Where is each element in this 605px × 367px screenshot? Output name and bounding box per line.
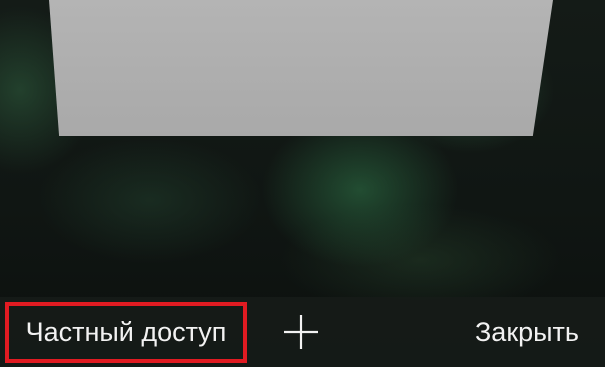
tab-preview-card[interactable] [49, 0, 553, 136]
plus-icon [284, 315, 318, 349]
tab-switcher-screen: Частный доступ Закрыть [0, 0, 605, 367]
private-browsing-label: Частный доступ [25, 317, 227, 347]
private-browsing-button[interactable]: Частный доступ [5, 302, 247, 363]
new-tab-button[interactable] [282, 313, 320, 351]
close-button[interactable]: Закрыть [475, 313, 579, 351]
bottom-toolbar: Частный доступ Закрыть [0, 297, 605, 367]
